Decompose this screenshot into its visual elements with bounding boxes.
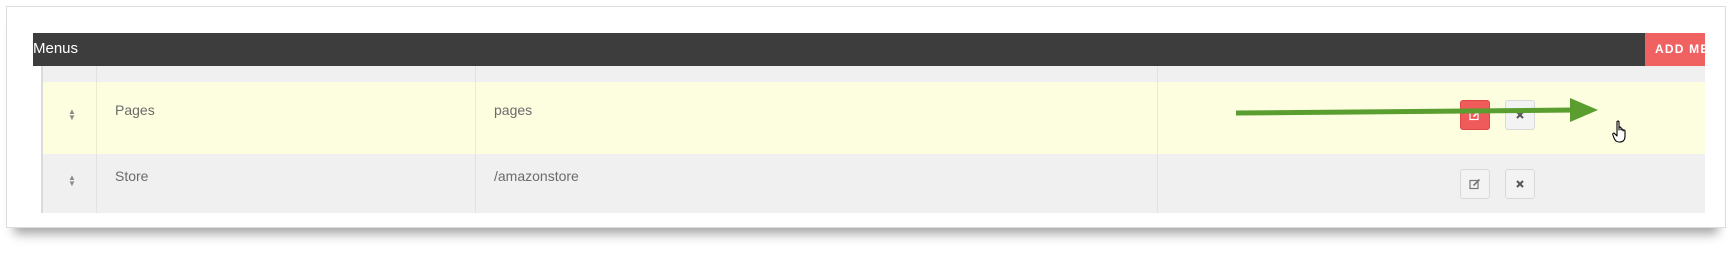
column-divider [96,66,97,82]
column-divider [96,154,97,213]
delete-button[interactable] [1505,169,1535,199]
menus-panel: Menus ADD MENU ▲▼ Pages pages [33,33,1705,213]
edit-button[interactable] [1460,100,1490,130]
column-divider [1157,82,1158,154]
add-menu-button[interactable]: ADD MENU [1645,33,1705,66]
menu-name: Pages [115,102,155,118]
menu-table: ▲ ▼ Pages pages ▲ ▼ Store /amazonstore [41,66,1705,213]
panel-header: Menus ADD MENU [33,33,1705,66]
table-spacer-row [43,66,1705,82]
menu-link: /amazonstore [494,168,579,184]
delete-button[interactable] [1505,100,1535,130]
menu-link: pages [494,102,533,118]
close-icon [1516,111,1524,119]
menu-name: Store [115,168,149,184]
column-divider [475,82,476,154]
table-row: ▲ ▼ Store /amazonstore [43,154,1705,213]
column-divider [475,154,476,213]
panel-title: Menus [33,40,79,57]
column-divider [475,66,476,82]
column-divider [1157,66,1158,82]
column-divider [1157,154,1158,213]
edit-button[interactable] [1460,169,1490,199]
column-divider [96,82,97,154]
close-icon [1516,180,1524,188]
sort-icon[interactable]: ▲ ▼ [67,174,77,189]
sort-icon[interactable]: ▲ ▼ [67,108,77,123]
edit-icon [1469,178,1481,190]
edit-icon [1469,109,1481,121]
screenshot-frame: Menus ADD MENU ▲▼ Pages pages [6,6,1726,228]
table-row: ▲ ▼ Pages pages [43,82,1705,154]
